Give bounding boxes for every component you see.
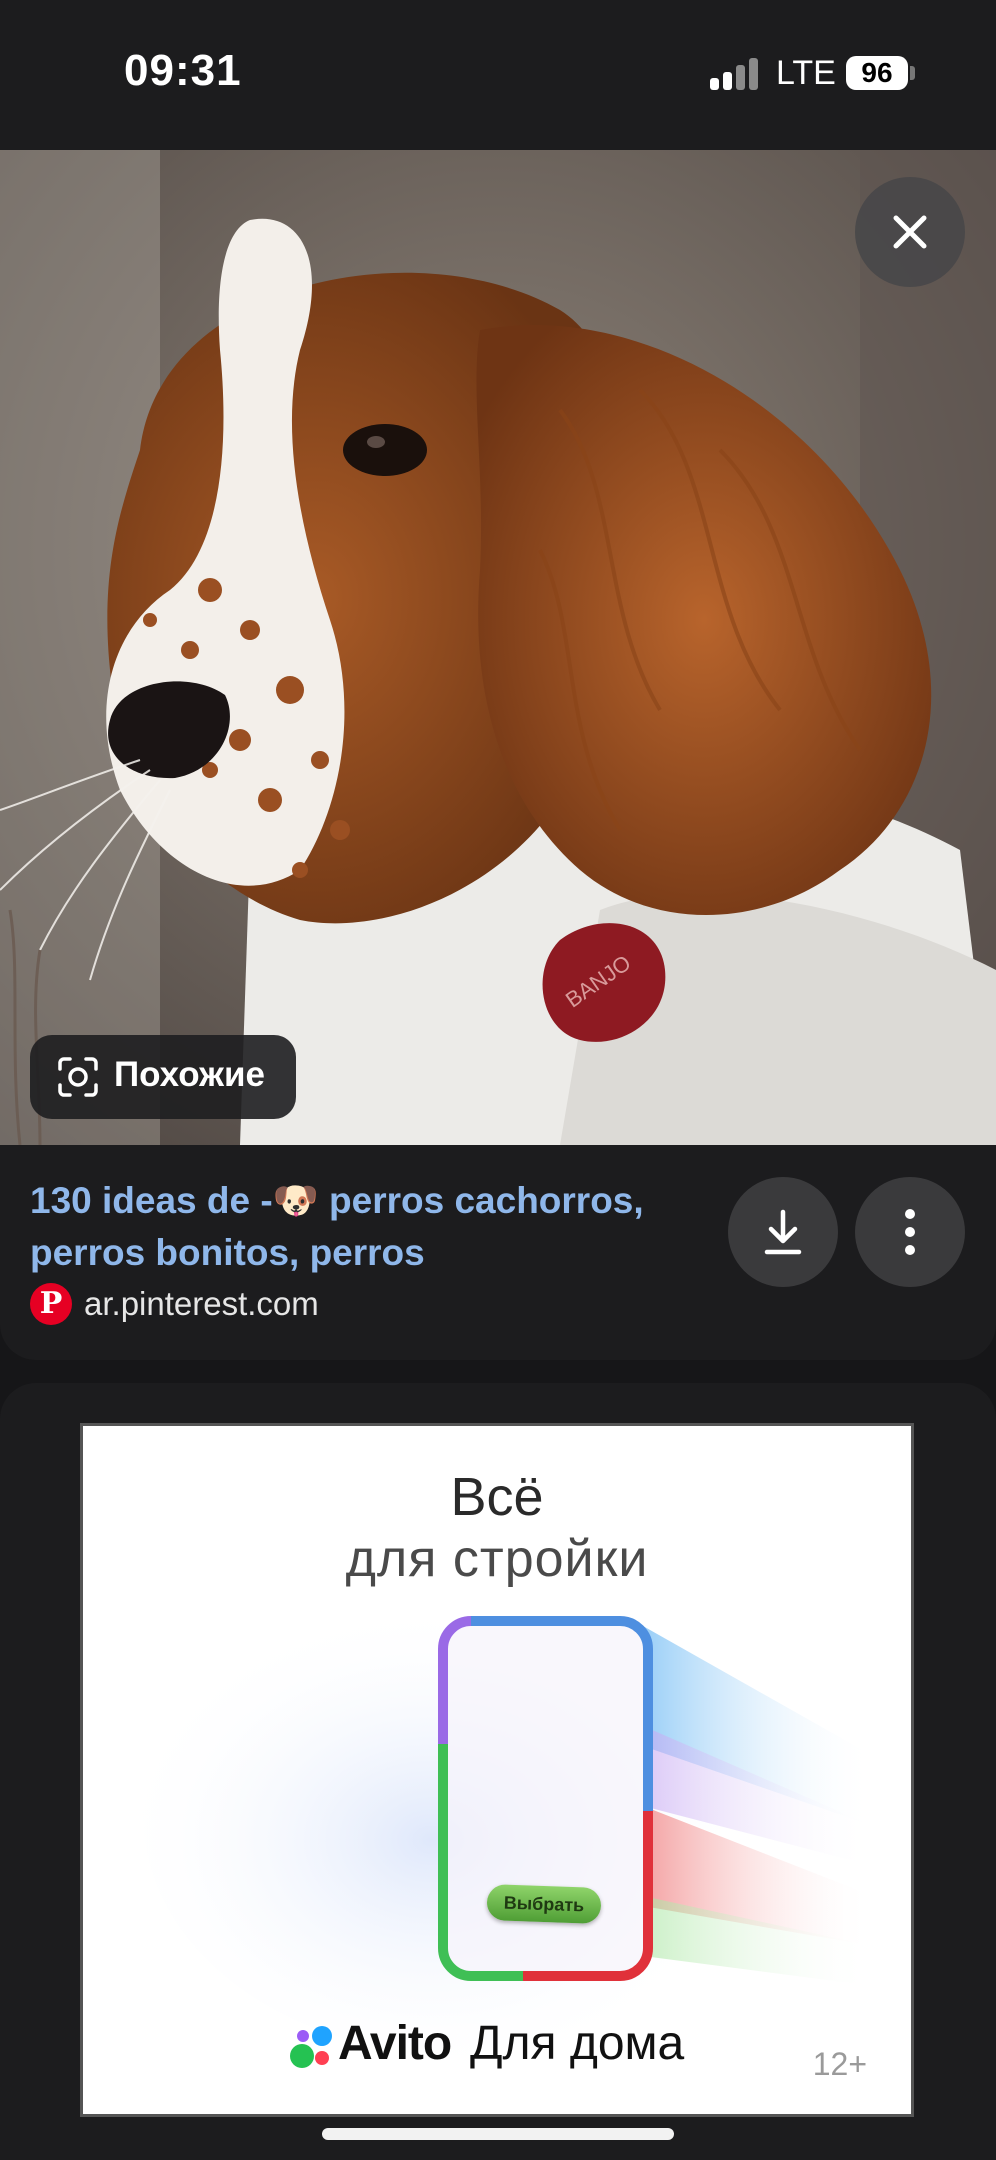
avito-dots-icon bbox=[290, 2026, 332, 2068]
avito-brand: Avito bbox=[338, 2017, 452, 2070]
home-indicator[interactable] bbox=[322, 2128, 674, 2140]
avito-brand-sub: Для дома bbox=[470, 2017, 685, 2070]
ad-cta-button[interactable]: Выбрать bbox=[486, 1884, 602, 1924]
age-rating: 12+ bbox=[812, 2046, 867, 2082]
download-button[interactable] bbox=[728, 1177, 838, 1287]
signal-icon bbox=[710, 58, 758, 90]
source-domain: ar.pinterest.com bbox=[84, 1285, 319, 1322]
ad-headline-line1: Всё bbox=[450, 1467, 544, 1527]
similar-label: Похожие bbox=[114, 1055, 265, 1094]
dog-photo: BANJO bbox=[0, 150, 996, 1145]
battery-level: 96 bbox=[861, 57, 893, 88]
close-icon bbox=[893, 215, 927, 249]
battery-icon: 96 bbox=[846, 56, 908, 90]
battery-tip bbox=[910, 66, 915, 80]
status-time: 09:31 bbox=[124, 46, 242, 95]
more-vertical-icon bbox=[905, 1209, 915, 1255]
network-type: LTE bbox=[776, 54, 836, 92]
ad-banner[interactable]: Всё для стройки Выбрать Avito Для дома 1… bbox=[80, 1423, 914, 2117]
status-bar: 09:31 LTE 96 bbox=[0, 0, 996, 150]
result-title-link[interactable]: 130 ideas de -🐶 perros cachorros, perros… bbox=[30, 1175, 710, 1279]
download-icon bbox=[764, 1209, 802, 1255]
result-info-card: 130 ideas de -🐶 perros cachorros, perros… bbox=[0, 1145, 996, 1360]
ad-headline-line2: для стройки bbox=[345, 1530, 649, 1588]
similar-images-button[interactable]: Похожие bbox=[30, 1035, 296, 1119]
pinterest-icon: P bbox=[30, 1283, 72, 1325]
close-button[interactable] bbox=[855, 177, 965, 287]
image-preview[interactable]: BANJO bbox=[0, 150, 996, 1145]
camera-lens-icon bbox=[58, 1057, 98, 1097]
more-options-button[interactable] bbox=[855, 1177, 965, 1287]
